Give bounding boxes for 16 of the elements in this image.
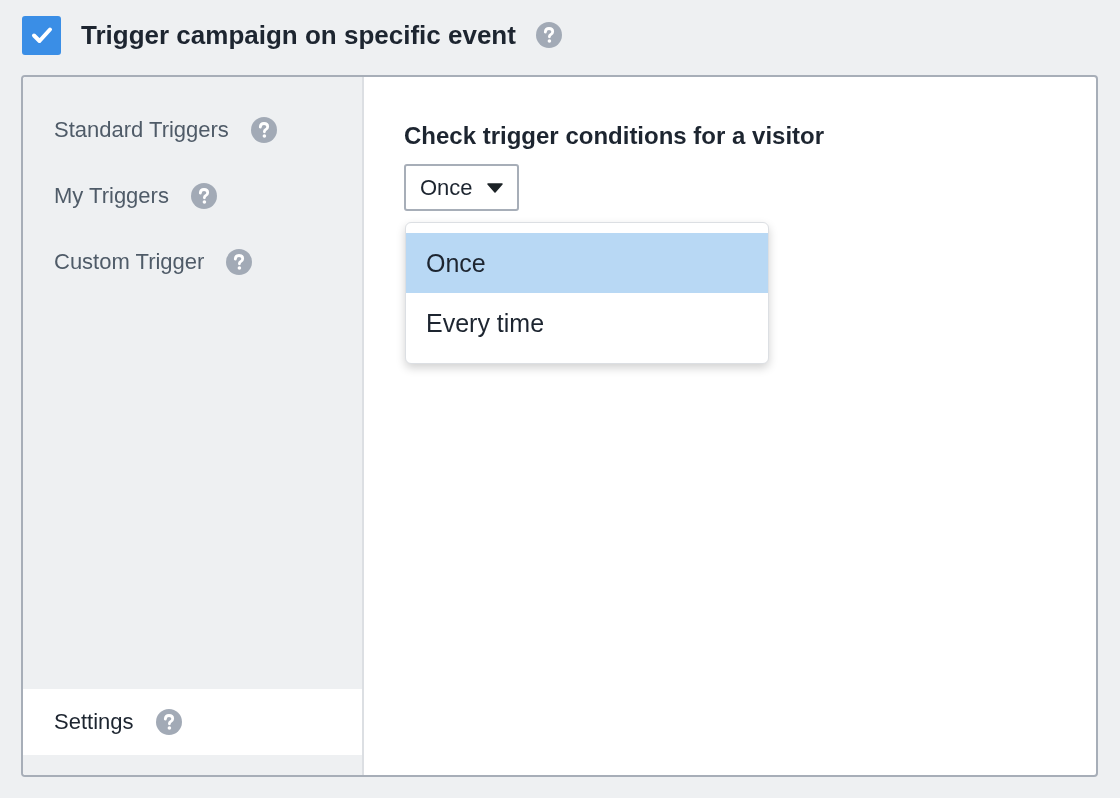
dropdown-option[interactable]: Once: [406, 233, 768, 293]
help-icon[interactable]: [226, 249, 253, 275]
help-icon[interactable]: [250, 117, 277, 143]
help-icon[interactable]: [190, 183, 217, 209]
sidebar-item[interactable]: Custom Trigger: [23, 229, 362, 295]
sidebar-item[interactable]: Standard Triggers: [23, 97, 362, 163]
help-icon[interactable]: [155, 709, 182, 735]
section-title: Trigger campaign on specific event: [81, 19, 516, 51]
checkbox[interactable]: [22, 15, 61, 55]
help-icon[interactable]: [535, 22, 562, 48]
sidebar-item[interactable]: My Triggers: [23, 163, 362, 229]
sidebar-item[interactable]: Settings: [23, 689, 362, 755]
dropdown-option[interactable]: Every time: [406, 293, 768, 353]
select-dropdown[interactable]: Once: [404, 164, 519, 211]
caret-icon: [486, 182, 503, 193]
field-label: Check trigger conditions for a visitor: [404, 122, 825, 150]
